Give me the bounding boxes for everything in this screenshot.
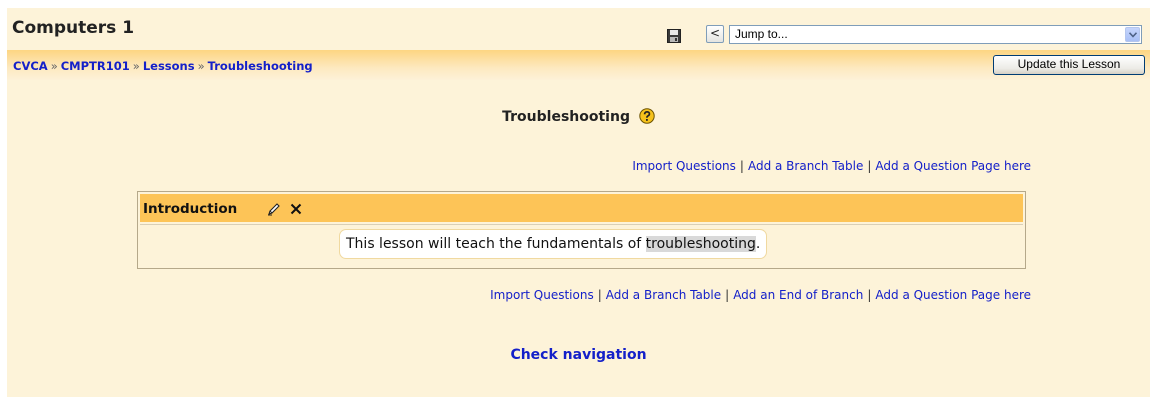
jump-to-select[interactable]: Jump to...	[729, 25, 1142, 44]
import-questions-link[interactable]: Import Questions	[632, 159, 736, 173]
add-end-of-branch-link[interactable]: Add an End of Branch	[733, 288, 863, 302]
edit-icon[interactable]	[267, 202, 281, 216]
navigation-bar: CVCA» CMPTR101» Lessons» Troubleshooting Up…	[7, 50, 1150, 80]
breadcrumb-item-cvca[interactable]: CVCA	[13, 59, 48, 73]
breadcrumb-item-current-lesson[interactable]: Troubleshooting	[208, 59, 313, 73]
chevron-down-icon	[1129, 32, 1137, 38]
previous-activity-button[interactable]: <	[706, 25, 724, 43]
check-navigation-link[interactable]: Check navigation	[510, 347, 646, 363]
content-text: This lesson will teach the fundamentals …	[346, 236, 646, 252]
page: Computers 1 < Jump to... CVCA» CMPTR101» L…	[7, 8, 1150, 397]
breadcrumb-separator: »	[132, 59, 140, 73]
course-title: Computers 1	[12, 18, 135, 38]
lesson-page-content: This lesson will teach the fundamentals …	[339, 229, 768, 259]
top-bar: Computers 1 < Jump to...	[7, 8, 1150, 50]
lesson-page-title: Introduction	[143, 201, 238, 217]
breadcrumb-separator: »	[197, 59, 205, 73]
page-actions-bottom: Import Questions | Add a Branch Table | Add …	[490, 288, 1031, 302]
link-separator: |	[867, 288, 872, 302]
add-branch-table-link[interactable]: Add a Branch Table	[606, 288, 721, 302]
link-separator: |	[867, 159, 872, 173]
help-icon[interactable]	[639, 108, 655, 124]
link-separator: |	[739, 159, 744, 173]
dropdown-arrow-button[interactable]	[1125, 27, 1140, 42]
breadcrumb-separator: »	[50, 59, 58, 73]
content-text-end: .	[755, 236, 761, 252]
breadcrumb: CVCA» CMPTR101» Lessons» Troubleshooting	[13, 59, 313, 73]
jump-to-selected-value: Jump to...	[735, 27, 788, 41]
link-separator: |	[725, 288, 730, 302]
lesson-title: Troubleshooting	[502, 109, 630, 125]
lesson-page-body: This lesson will teach the fundamentals …	[140, 224, 1023, 267]
add-branch-table-link[interactable]: Add a Branch Table	[748, 159, 863, 173]
lesson-heading: Troubleshooting	[7, 108, 1150, 125]
add-question-page-link[interactable]: Add a Question Page here	[875, 288, 1031, 302]
save-icon[interactable]	[667, 29, 681, 43]
add-question-page-link[interactable]: Add a Question Page here	[875, 159, 1031, 173]
delete-icon[interactable]	[289, 202, 303, 216]
lesson-page-header: Introduction	[140, 194, 1023, 222]
lesson-page-table: Introduction This lesson will teach the …	[137, 191, 1026, 269]
link-separator: |	[597, 288, 602, 302]
breadcrumb-item-course[interactable]: CMPTR101	[61, 59, 130, 73]
page-actions-top: Import Questions | Add a Branch Table | Add …	[632, 159, 1031, 173]
update-lesson-button[interactable]: Update this Lesson	[993, 55, 1145, 75]
check-navigation-container: Check navigation	[7, 347, 1150, 363]
breadcrumb-item-lessons[interactable]: Lessons	[143, 59, 195, 73]
highlighted-term: troubleshooting	[645, 236, 756, 252]
import-questions-link[interactable]: Import Questions	[490, 288, 594, 302]
